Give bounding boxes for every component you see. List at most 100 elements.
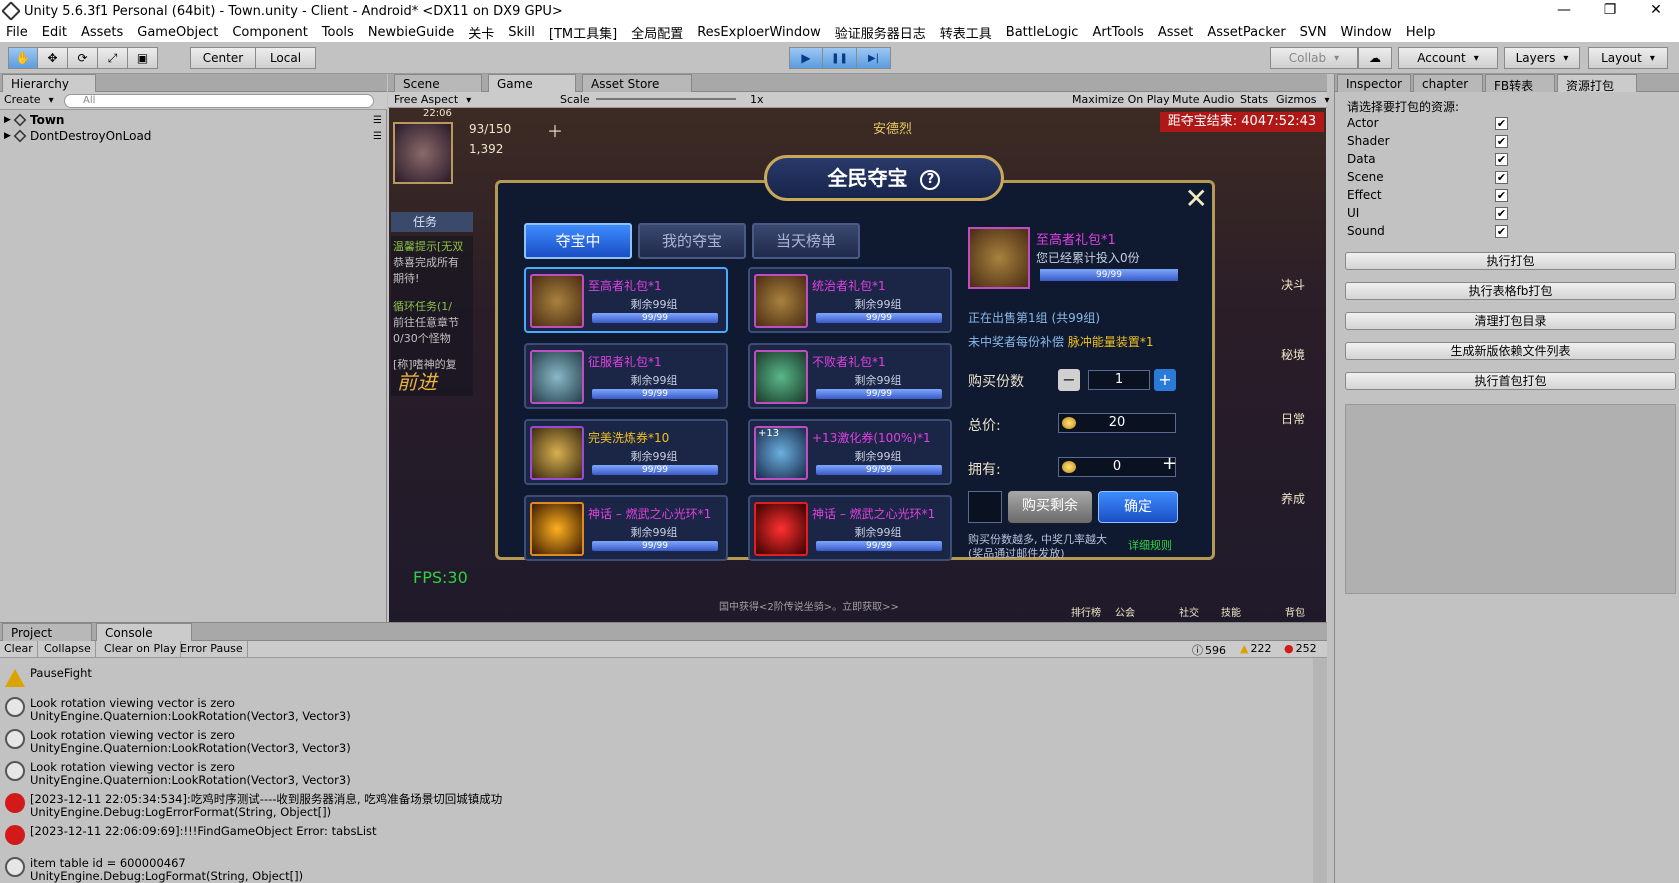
option-checkbox[interactable]: ✔: [1495, 135, 1508, 148]
play-button[interactable]: ▶: [789, 47, 823, 69]
error-count[interactable]: ● 252: [1284, 642, 1317, 655]
tab-asset-store[interactable]: Asset Store: [582, 74, 692, 92]
add-gold-icon[interactable]: +: [1162, 453, 1177, 474]
tab-daily-ranking[interactable]: 当天榜单: [752, 223, 860, 259]
training-icon[interactable]: 养成: [1281, 490, 1305, 507]
maximize-button[interactable]: ❐: [1587, 0, 1633, 22]
menu-edit[interactable]: Edit: [42, 25, 67, 40]
dialog-close-button[interactable]: ✕: [1185, 185, 1208, 213]
pivot-center-button[interactable]: Center: [190, 47, 256, 69]
menu-help[interactable]: Help: [1406, 25, 1436, 40]
option-checkbox[interactable]: ✔: [1495, 225, 1508, 238]
tab-chapter[interactable]: chapter: [1413, 74, 1483, 92]
tab-hierarchy[interactable]: Hierarchy: [2, 74, 96, 92]
menu-assetpacker[interactable]: AssetPacker: [1207, 25, 1285, 40]
maximize-on-play-toggle[interactable]: Maximize On Play: [1072, 93, 1170, 106]
skill-icon[interactable]: 技能: [1221, 604, 1241, 619]
buy-qty-input[interactable]: 1: [1088, 370, 1150, 390]
collab-button[interactable]: Collab: [1270, 47, 1358, 69]
decrease-qty-button[interactable]: −: [1058, 369, 1080, 391]
menu-global-config[interactable]: 全局配置: [631, 23, 683, 42]
guild-icon[interactable]: 公会: [1115, 604, 1135, 619]
context-menu-icon[interactable]: ☰: [373, 131, 382, 142]
game-viewport[interactable]: 22:06 93/150 1,392 ＋ 安德烈 距夺宝结束: 4047:52:…: [389, 108, 1326, 622]
menu-arttools[interactable]: ArtTools: [1092, 25, 1143, 40]
option-checkbox[interactable]: ✔: [1495, 207, 1508, 220]
rotate-tool-icon[interactable]: ⟳: [68, 47, 98, 69]
social-icon[interactable]: 社交: [1179, 604, 1199, 619]
expand-arrow-icon[interactable]: ▶: [4, 115, 14, 125]
stats-toggle[interactable]: Stats: [1240, 93, 1268, 106]
log-entry[interactable]: Look rotation viewing vector is zero Uni…: [0, 697, 1310, 727]
context-menu-icon[interactable]: ☰: [373, 115, 382, 126]
option-checkbox[interactable]: ✔: [1495, 189, 1508, 202]
confirm-button[interactable]: 确定: [1098, 491, 1178, 523]
help-icon[interactable]: ?: [920, 169, 941, 190]
step-button[interactable]: ▶|: [857, 47, 891, 69]
aspect-dropdown[interactable]: Free Aspect: [394, 93, 471, 106]
hand-tool-icon[interactable]: ✋: [8, 47, 38, 69]
clean-pack-dir-button[interactable]: 清理打包目录: [1345, 312, 1676, 330]
menu-file[interactable]: File: [6, 25, 28, 40]
treasure-item[interactable]: 神话 – 燃武之心光环*1 剩余99组 99/99: [524, 495, 728, 561]
scale-slider[interactable]: [596, 98, 736, 100]
menu-level[interactable]: 关卡: [468, 23, 494, 42]
gizmos-dropdown[interactable]: Gizmos: [1276, 93, 1330, 106]
close-window-button[interactable]: ✕: [1633, 0, 1679, 22]
layout-dropdown[interactable]: Layout: [1588, 47, 1668, 69]
menu-newbieguide[interactable]: NewbieGuide: [368, 25, 454, 40]
expand-arrow-icon[interactable]: ▶: [4, 131, 14, 141]
treasure-item[interactable]: 完美洗炼券*10 剩余99组 99/99: [524, 419, 728, 485]
move-tool-icon[interactable]: ✥: [38, 47, 68, 69]
tab-game[interactable]: Game: [488, 74, 576, 92]
minimize-button[interactable]: —: [1541, 0, 1587, 22]
menu-res-explorer[interactable]: ResExploerWindow: [697, 25, 821, 40]
log-entry[interactable]: item table id = 600000467 UnityEngine.De…: [0, 857, 1310, 883]
option-checkbox[interactable]: ✔: [1495, 117, 1508, 130]
log-entry[interactable]: Look rotation viewing vector is zero Uni…: [0, 729, 1310, 759]
menu-gameobject[interactable]: GameObject: [137, 25, 218, 40]
treasure-item[interactable]: +13 +13激化券(100%)*1 剩余99组 99/99: [748, 419, 952, 485]
menu-asset[interactable]: Asset: [1158, 25, 1194, 40]
log-entry[interactable]: PauseFight: [0, 667, 1310, 697]
menu-assets[interactable]: Assets: [81, 25, 123, 40]
duel-icon[interactable]: 决斗: [1281, 276, 1305, 293]
hierarchy-search-input[interactable]: All: [64, 94, 374, 108]
execute-fb-pack-button[interactable]: 执行表格fb打包: [1345, 282, 1676, 300]
cloud-icon[interactable]: ☁: [1358, 47, 1392, 69]
hierarchy-item-dontdestroy[interactable]: ▶ DontDestroyOnLoad ☰: [4, 128, 382, 144]
scale-tool-icon[interactable]: ⤢: [98, 47, 128, 69]
log-entry[interactable]: [2023-12-11 22:06:09:69]:!!!FindGameObje…: [0, 825, 1310, 855]
menu-tools[interactable]: Tools: [322, 25, 354, 40]
daily-icon[interactable]: 日常: [1281, 410, 1305, 427]
menu-component[interactable]: Component: [232, 25, 307, 40]
mute-audio-toggle[interactable]: Mute Audio: [1172, 93, 1234, 106]
increase-qty-button[interactable]: +: [1154, 369, 1176, 391]
bag-icon[interactable]: 背包: [1285, 604, 1305, 619]
player-avatar[interactable]: [393, 122, 453, 184]
tab-treasure-ongoing[interactable]: 夺宝中: [524, 223, 632, 259]
add-energy-icon[interactable]: ＋: [547, 118, 563, 142]
rect-tool-icon[interactable]: ▣: [128, 47, 158, 69]
create-dropdown[interactable]: Create: [4, 93, 54, 106]
tab-project[interactable]: Project: [2, 623, 92, 641]
task-button[interactable]: 任务: [391, 212, 473, 232]
log-entry[interactable]: [2023-12-11 22:05:34:534]:吃鸡时序测试----收到服务…: [0, 793, 1310, 823]
clear-button[interactable]: Clear: [0, 641, 38, 658]
execute-pack-button[interactable]: 执行打包: [1345, 252, 1676, 270]
info-count[interactable]: ⓘ 596: [1192, 642, 1226, 658]
tab-my-treasure[interactable]: 我的夺宝: [638, 223, 746, 259]
tab-console[interactable]: Console: [96, 623, 192, 641]
bottom-hint[interactable]: 国中获得<2阶传说坐骑>。立即获取>>: [719, 598, 899, 613]
execute-first-pack-button[interactable]: 执行首包打包: [1345, 372, 1676, 390]
gen-dependency-list-button[interactable]: 生成新版依赖文件列表: [1345, 342, 1676, 360]
collapse-button[interactable]: Collapse: [40, 641, 96, 658]
menu-server-log[interactable]: 验证服务器日志: [835, 23, 926, 42]
secret-realm-icon[interactable]: 秘境: [1281, 346, 1305, 363]
warn-count[interactable]: ▲ 222: [1240, 642, 1271, 655]
tab-resource-pack[interactable]: 资源打包: [1557, 74, 1637, 93]
console-scrollbar[interactable]: [1313, 658, 1327, 883]
menu-battlelogic[interactable]: BattleLogic: [1006, 25, 1079, 40]
treasure-item[interactable]: 征服者礼包*1 剩余99组 99/99: [524, 343, 728, 409]
menu-svn[interactable]: SVN: [1300, 25, 1327, 40]
